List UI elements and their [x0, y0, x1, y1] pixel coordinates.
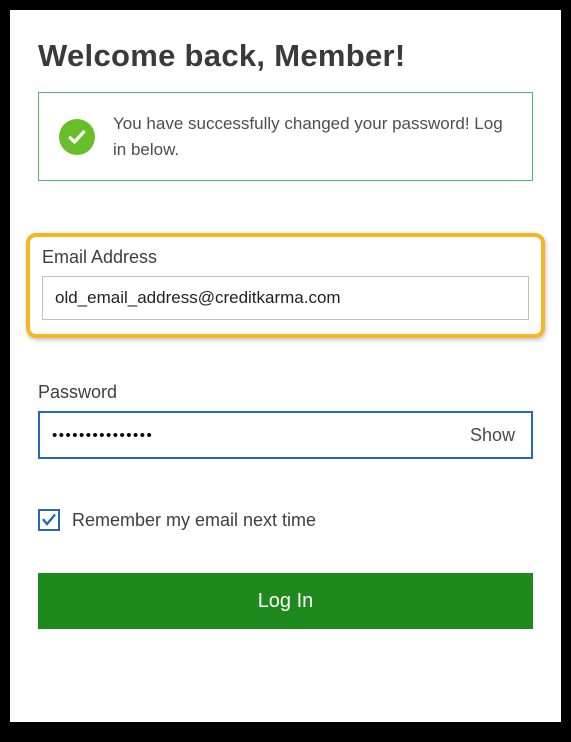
email-label: Email Address	[42, 247, 529, 268]
login-panel: Welcome back, Member! You have successfu…	[10, 10, 561, 722]
login-button[interactable]: Log In	[38, 573, 533, 629]
password-input[interactable]	[40, 413, 454, 457]
remember-checkbox[interactable]	[38, 509, 60, 531]
remember-label: Remember my email next time	[72, 510, 316, 531]
page-title: Welcome back, Member!	[38, 38, 533, 74]
checkmark-icon	[59, 119, 95, 155]
password-input-wrapper: Show	[38, 411, 533, 459]
alert-message: You have successfully changed your passw…	[113, 111, 512, 162]
email-field-group: Email Address	[26, 233, 545, 338]
show-password-button[interactable]: Show	[454, 425, 531, 446]
success-alert: You have successfully changed your passw…	[38, 92, 533, 181]
password-field-group: Password Show	[38, 382, 533, 459]
email-input[interactable]	[42, 276, 529, 320]
remember-row: Remember my email next time	[38, 509, 533, 531]
password-label: Password	[38, 382, 533, 403]
